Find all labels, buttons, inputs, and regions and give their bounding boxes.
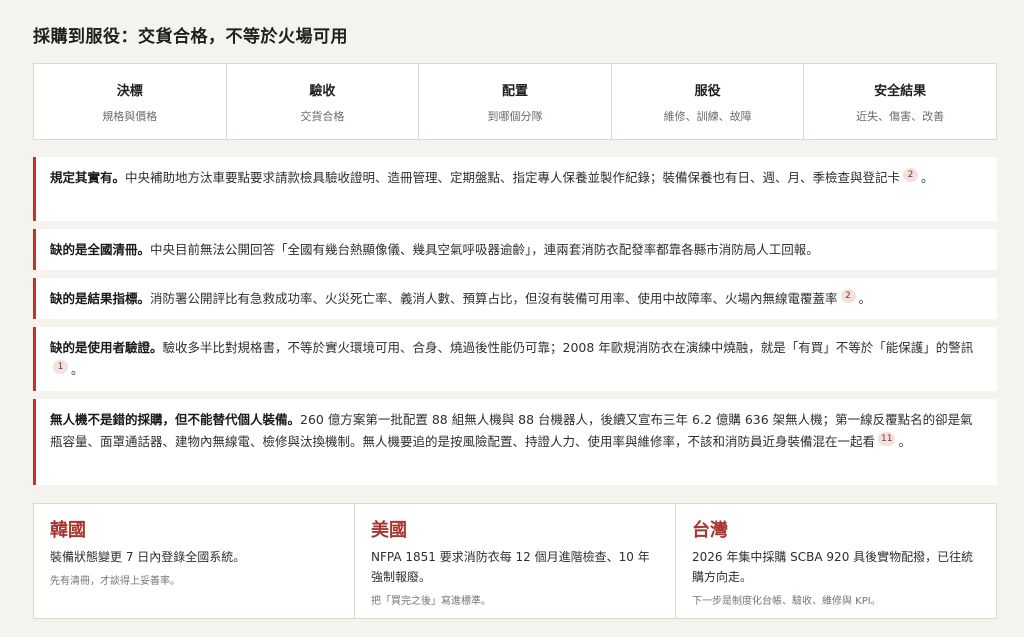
stage-award: 決標 規格與價格 [34,64,227,139]
stage-sub: 近失、傷害、改善 [856,109,945,123]
country-desc: 2026 年集中採購 SCBA 920 具後實物配撥，已往統購方向走。 [692,550,974,584]
finding-tail: 。 [858,291,872,306]
lifecycle-stages: 決標 規格與價格 驗收 交貨合格 配置 到哪個分隊 服役 維修、訓練、故障 安全… [33,63,997,140]
citation-badge[interactable]: 11 [878,432,896,446]
finding-lead: 規定其實有。 [50,170,126,185]
country-note: 先有清冊，才談得上妥善率。 [50,576,180,587]
stage-name: 配置 [501,83,528,99]
country-name: 台灣 [692,520,728,541]
finding-body: 消防署公開評比有急救成功率、火災死亡率、義消人數、預算占比，但沒有裝備可用率、使… [150,291,838,306]
finding-tail: 。 [921,170,934,185]
country-name: 美國 [371,520,407,541]
citation-badge[interactable]: 2 [903,168,919,182]
stage-sub: 規格與價格 [102,109,158,123]
stage-acceptance: 驗收 交貨合格 [227,64,420,139]
finding-body: 驗收多半比對規格書，不等於實火環境可用、合身、燒過後性能仍可靠；2008 年歐規… [162,340,974,355]
finding-rules-exist: 規定其實有。中央補助地方汰車要點要求請款檢具驗收證明、造冊管理、定期盤點、指定專… [33,157,997,221]
stage-name: 服役 [694,83,721,99]
country-desc: NFPA 1851 要求消防衣每 12 個月進階檢查、10 年強制報廢。 [371,550,650,584]
country-korea: 韓國 裝備狀態變更 7 日內登錄全國系統。 先有清冊，才談得上妥善率。 [34,504,355,618]
stage-name: 安全結果 [874,83,927,99]
country-name: 韓國 [50,520,86,541]
finding-drones: 無人機不是錯的採購，但不能替代個人裝備。260 億方案第一批配置 88 組無人機… [33,399,997,485]
stage-name: 決標 [116,83,143,99]
page-title: 採購到服役：交貨合格，不等於火場可用 [33,27,348,47]
finding-lead: 缺的是使用者驗證。 [50,340,163,355]
findings-list: 規定其實有。中央補助地方汰車要點要求請款檢具驗收證明、造冊管理、定期盤點、指定專… [33,157,997,493]
finding-lead: 缺的是全國清冊。 [50,242,151,257]
finding-no-registry: 缺的是全國清冊。中央目前無法公開回答「全國有幾台熱顯像儀、幾具空氣呼吸器逾齡」，… [33,229,997,270]
stage-name: 驗收 [309,83,336,99]
country-desc: 裝備狀態變更 7 日內登錄全國系統。 [50,550,246,564]
finding-tail: 。 [71,362,84,377]
stage-sub: 到哪個分隊 [487,109,543,123]
stage-deployment: 配置 到哪個分隊 [419,64,612,139]
stage-service: 服役 維修、訓練、故障 [612,64,805,139]
country-taiwan: 台灣 2026 年集中採購 SCBA 920 具後實物配撥，已往統購方向走。 下… [676,504,996,618]
citation-badge[interactable]: 2 [840,289,856,303]
stage-safety-outcome: 安全結果 近失、傷害、改善 [804,64,996,139]
finding-body: 中央補助地方汰車要點要求請款檢具驗收證明、造冊管理、定期盤點、指定專人保養並製作… [125,170,901,185]
country-usa: 美國 NFPA 1851 要求消防衣每 12 個月進階檢查、10 年強制報廢。 … [355,504,676,618]
country-note: 把「買完之後」寫進標準。 [371,596,491,607]
finding-lead: 無人機不是錯的採購，但不能替代個人裝備。 [50,412,301,427]
finding-no-outcome-metrics: 缺的是結果指標。消防署公開評比有急救成功率、火災死亡率、義消人數、預算占比，但沒… [33,278,997,319]
finding-body: 中央目前無法公開回答「全國有幾台熱顯像儀、幾具空氣呼吸器逾齡」，連兩套消防衣配發… [150,242,819,257]
finding-lead: 缺的是結果指標。 [50,291,151,306]
country-note: 下一步是制度化台帳、驗收、維修與 KPI。 [692,596,881,607]
stage-sub: 維修、訓練、故障 [663,109,752,123]
finding-tail: 。 [898,434,911,449]
country-comparison: 韓國 裝備狀態變更 7 日內登錄全國系統。 先有清冊，才談得上妥善率。 美國 N… [33,503,997,619]
stage-sub: 交貨合格 [300,109,345,123]
finding-no-user-validation: 缺的是使用者驗證。驗收多半比對規格書，不等於實火環境可用、合身、燒過後性能仍可靠… [33,327,997,391]
citation-badge[interactable]: 1 [53,360,68,374]
